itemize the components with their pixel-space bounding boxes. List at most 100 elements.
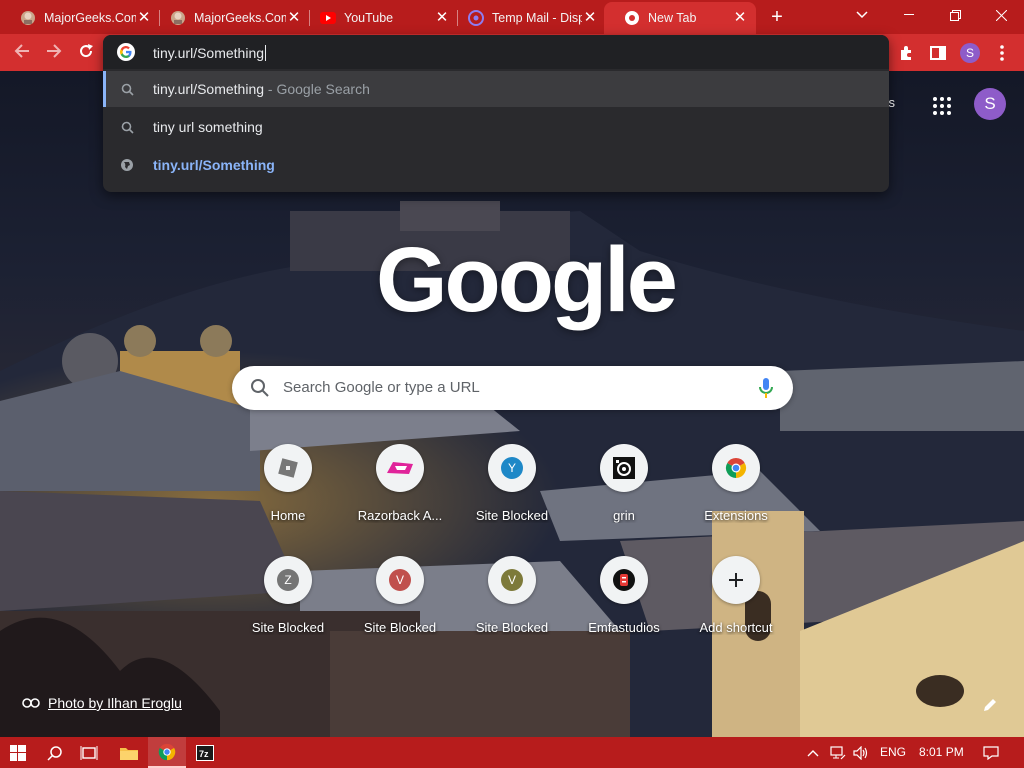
shortcut-extensions[interactable]: Extensions	[680, 444, 792, 556]
tab-search-chevron-icon[interactable]	[852, 8, 872, 26]
extensions-puzzle-icon[interactable]	[894, 41, 918, 65]
network-icon[interactable]	[828, 737, 848, 768]
svg-text:7z: 7z	[199, 749, 209, 759]
back-button[interactable]	[9, 40, 35, 66]
tab-title: New Tab	[648, 11, 697, 25]
shortcut-site-blocked-v2[interactable]: V Site Blocked	[456, 556, 568, 668]
file-explorer-icon[interactable]	[110, 737, 148, 768]
shortcut-label: Site Blocked	[475, 620, 549, 635]
shortcut-emfastudios[interactable]: Emfastudios	[568, 556, 680, 668]
reload-button[interactable]	[73, 40, 99, 66]
shortcut-site-blocked-y[interactable]: Y Site Blocked	[456, 444, 568, 556]
tab-title: MajorGeeks.Com	[44, 11, 136, 25]
shortcut-site-blocked-z[interactable]: Z Site Blocked	[232, 556, 344, 668]
side-panel-icon[interactable]	[926, 41, 950, 65]
tab-new-tab[interactable]: New Tab ✕	[604, 2, 756, 34]
tab-majorgeeks-1[interactable]: MajorGeeks.Com ✕	[0, 2, 160, 34]
ntp-search-box[interactable]: Search Google or type a URL	[232, 366, 793, 410]
search-icon	[119, 119, 135, 135]
letter-y-icon: Y	[488, 444, 536, 492]
shortcut-label: Extensions	[704, 508, 768, 523]
majorgeeks-icon	[20, 10, 36, 26]
tab-title: MajorGeeks.Com	[194, 11, 286, 25]
new-tab-button[interactable]: +	[766, 6, 788, 28]
close-window-button[interactable]	[978, 0, 1024, 30]
minimize-button[interactable]	[886, 0, 932, 30]
chevron-up-icon[interactable]	[804, 737, 822, 768]
tab-title: Temp Mail - Disposable	[492, 11, 582, 25]
suggestion-url[interactable]: tiny.url/Something	[103, 147, 889, 183]
windows-taskbar: 7z ENG 8:01 PM	[0, 737, 1024, 768]
address-bar[interactable]: tiny.url/Something	[103, 35, 889, 69]
shortcut-label: Site Blocked	[251, 620, 325, 635]
search-icon	[250, 378, 270, 398]
close-icon[interactable]: ✕	[732, 10, 748, 26]
account-avatar[interactable]: S	[974, 88, 1006, 120]
photo-credit-link[interactable]: Photo by Ilhan Eroglu	[22, 695, 182, 711]
chrome-icon	[624, 10, 640, 26]
shortcut-label: grin	[613, 508, 635, 523]
shortcut-razorback[interactable]: Razorback A...	[344, 444, 456, 556]
tab-majorgeeks-2[interactable]: MajorGeeks.Com ✕	[150, 2, 310, 34]
letter-v-icon: V	[488, 556, 536, 604]
tempmail-icon	[468, 10, 484, 26]
google-apps-icon[interactable]	[930, 94, 954, 118]
shortcut-home[interactable]: Home	[232, 444, 344, 556]
customize-pencil-icon[interactable]	[982, 697, 998, 713]
clock[interactable]: 8:01 PM	[919, 745, 964, 759]
suggestion-sub: - Google Search	[264, 81, 370, 97]
suggestion-query[interactable]: tiny url something	[103, 109, 889, 145]
restore-button[interactable]	[932, 0, 978, 30]
search-icon[interactable]	[38, 737, 72, 768]
globe-icon	[119, 157, 135, 173]
tab-tempmail[interactable]: Temp Mail - Disposable ✕	[448, 2, 606, 34]
address-input[interactable]: tiny.url/Something	[153, 45, 266, 61]
profile-avatar[interactable]: S	[958, 41, 982, 65]
shortcut-label: Razorback A...	[357, 508, 443, 523]
razorback-icon	[376, 444, 424, 492]
shortcut-label: Site Blocked	[475, 508, 549, 523]
shortcut-label: Home	[270, 508, 306, 523]
search-icon	[119, 81, 135, 97]
add-shortcut-button[interactable]: Add shortcut	[680, 556, 792, 668]
shortcut-label: Site Blocked	[363, 620, 437, 635]
grin-icon	[600, 444, 648, 492]
suggestion-text: tiny.url/Something	[153, 81, 265, 97]
forward-button[interactable]	[41, 40, 67, 66]
menu-kebab-icon[interactable]	[990, 41, 1014, 65]
search-placeholder: Search Google or type a URL	[283, 379, 480, 396]
suggestion-text: tiny.url/Something	[153, 157, 275, 173]
roblox-icon	[264, 444, 312, 492]
youtube-icon	[320, 10, 336, 26]
start-button[interactable]	[0, 737, 36, 768]
chrome-taskbar-icon[interactable]	[148, 737, 186, 768]
task-view-icon[interactable]	[72, 737, 106, 768]
7zip-icon[interactable]: 7z	[188, 737, 222, 768]
chrome-icon	[712, 444, 760, 492]
language-indicator[interactable]: ENG	[880, 745, 906, 759]
google-g-icon	[117, 43, 135, 61]
shortcut-grin[interactable]: grin	[568, 444, 680, 556]
microphone-icon[interactable]	[759, 377, 773, 399]
majorgeeks-icon	[170, 10, 186, 26]
volume-icon[interactable]	[850, 737, 872, 768]
emfa-icon	[600, 556, 648, 604]
letter-v-icon: V	[376, 556, 424, 604]
plus-icon	[712, 556, 760, 604]
google-logo: Google	[376, 229, 678, 331]
letter-z-icon: Z	[264, 556, 312, 604]
suggestion-google-search[interactable]: tiny.url/Something - Google Search	[103, 71, 889, 107]
suggestion-text: tiny url something	[153, 119, 263, 135]
photo-credit-text: Photo by Ilhan Eroglu	[48, 695, 182, 711]
shortcut-site-blocked-v1[interactable]: V Site Blocked	[344, 556, 456, 668]
notification-icon[interactable]	[978, 737, 1004, 768]
omnibox-dropdown: tiny.url/Something tiny.url/Something - …	[103, 35, 889, 192]
tab-youtube[interactable]: YouTube ✕	[300, 2, 458, 34]
tab-title: YouTube	[344, 11, 394, 25]
shortcut-label: Emfastudios	[588, 620, 660, 635]
shortcut-label: Add shortcut	[699, 620, 773, 635]
close-icon[interactable]: ✕	[582, 10, 598, 26]
link-icon	[22, 695, 40, 711]
profile-initial: S	[960, 43, 980, 63]
tab-strip: MajorGeeks.Com ✕ MajorGeeks.Com ✕ YouTub…	[0, 0, 1024, 34]
